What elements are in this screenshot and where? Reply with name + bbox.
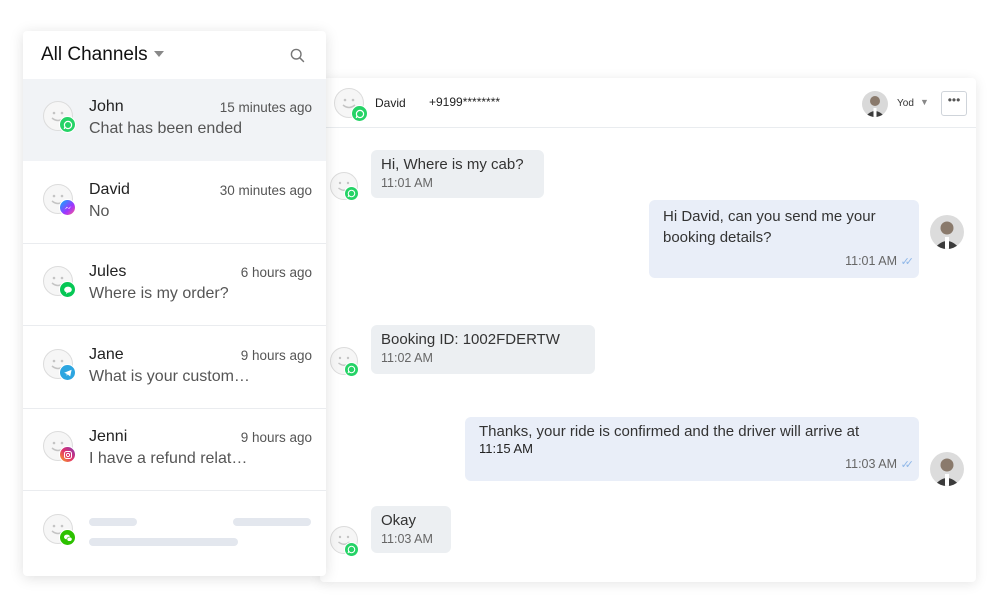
contact-name: Jane <box>89 346 124 363</box>
message-bubble: Okay 11:03 AM <box>371 506 451 553</box>
last-message: I have a refund relat… <box>89 450 248 467</box>
chat-header: David +9199******** Yod ▼ ••• <box>320 78 976 128</box>
last-message: Where is my order? <box>89 285 229 302</box>
conversation-time: 15 minutes ago <box>219 100 312 115</box>
message-bubble: Hi, Where is my cab? 11:01 AM <box>371 150 544 198</box>
caret-down-icon[interactable]: ▼ <box>920 97 929 107</box>
skeleton-message <box>89 538 238 546</box>
more-options-button[interactable]: ••• <box>941 91 967 116</box>
message-text: Booking ID: 1002FDERTW <box>381 331 560 348</box>
conversation-list-panel: All Channels John 15 minutes ago Chat ha… <box>23 31 326 576</box>
contact-name: John <box>89 98 124 115</box>
messenger-icon <box>59 199 76 216</box>
line-icon <box>59 281 76 298</box>
whatsapp-icon <box>344 542 359 557</box>
conversation-item[interactable]: Jane 9 hours ago What is your custom… <box>23 327 326 409</box>
message-text: 11:15 AM <box>479 441 533 456</box>
conversation-item[interactable]: Jenni 9 hours ago I have a refund relat… <box>23 409 326 491</box>
telegram-icon <box>59 364 76 381</box>
contact-name: David <box>89 181 130 198</box>
agent-avatar <box>930 452 964 486</box>
message-bubble: Hi David, can you send me your booking d… <box>649 200 919 278</box>
skeleton-name <box>89 518 137 526</box>
panel-header: All Channels <box>23 31 326 79</box>
conversation-item-loading <box>23 492 326 574</box>
message-text: Thanks, your ride is confirmed and the d… <box>479 423 860 440</box>
whatsapp-icon <box>59 116 76 133</box>
agent-name[interactable]: Yod <box>897 98 914 109</box>
message-bubble: Booking ID: 1002FDERTW 11:02 AM <box>371 325 595 374</box>
conversation-time: 9 hours ago <box>240 348 312 363</box>
wechat-icon <box>59 529 76 546</box>
whatsapp-icon <box>344 362 359 377</box>
instagram-icon <box>59 446 76 463</box>
message-time: 11:03 AM <box>381 532 433 546</box>
message-bubble: Thanks, your ride is confirmed and the d… <box>465 417 919 481</box>
whatsapp-icon <box>351 105 368 122</box>
message-text: Hi, Where is my cab? <box>381 156 524 173</box>
conversation-item[interactable]: Jules 6 hours ago Where is my order? <box>23 244 326 326</box>
read-ticks-icon: ✓✓ <box>900 459 915 471</box>
contact-name: David <box>375 96 406 110</box>
agent-avatar <box>930 215 964 249</box>
message-time: 11:02 AM <box>381 351 433 365</box>
message-time: 11:01 AM <box>845 254 897 268</box>
skeleton-time <box>233 518 311 526</box>
last-message: What is your custom… <box>89 368 250 385</box>
message-text: Okay <box>381 512 417 529</box>
message-time: 11:01 AM <box>381 176 433 190</box>
last-message: No <box>89 203 110 220</box>
search-icon[interactable] <box>290 48 305 68</box>
chat-window: David +9199******** Yod ▼ ••• Hi, Where … <box>320 78 976 582</box>
message-text: Hi David, can you send me your <box>663 208 876 225</box>
contact-phone: +9199******** <box>429 95 501 109</box>
read-ticks-icon: ✓✓ <box>900 256 915 268</box>
message-time: 11:03 AM <box>845 457 897 471</box>
conversation-item[interactable]: John 15 minutes ago Chat has been ended <box>23 79 326 161</box>
contact-name: Jenni <box>89 428 128 445</box>
conversation-time: 9 hours ago <box>240 430 312 445</box>
whatsapp-icon <box>344 186 359 201</box>
conversation-time: 30 minutes ago <box>219 183 312 198</box>
contact-name: Jules <box>89 263 127 280</box>
agent-avatar[interactable] <box>862 91 888 117</box>
channel-filter[interactable]: All Channels <box>41 44 148 66</box>
conversation-time: 6 hours ago <box>240 265 312 280</box>
last-message: Chat has been ended <box>89 120 243 137</box>
caret-down-icon[interactable] <box>154 51 164 57</box>
message-text: booking details? <box>663 229 772 246</box>
conversation-item[interactable]: David 30 minutes ago No <box>23 162 326 244</box>
